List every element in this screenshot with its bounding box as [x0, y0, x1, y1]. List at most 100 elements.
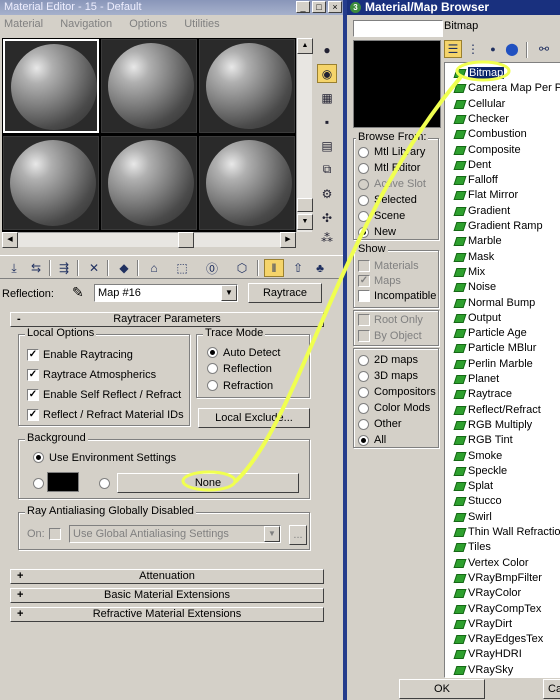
material-navigator-icon[interactable]: ⁂ — [317, 228, 337, 247]
map-list-item[interactable]: Splat — [453, 479, 493, 494]
view-list-icons-icon[interactable]: ⋮ — [464, 40, 482, 58]
sample-slot[interactable] — [3, 136, 99, 230]
view-large-icons-icon[interactable]: ⬤ — [502, 40, 522, 58]
attenuation-rollout[interactable]: + Attenuation — [10, 569, 324, 584]
browse-new-radio[interactable] — [358, 227, 369, 238]
map-list-item[interactable]: VRayColor — [453, 586, 521, 601]
sample-slot[interactable] — [101, 136, 197, 230]
sample-slot[interactable] — [3, 39, 99, 133]
scroll-down-arrow-icon[interactable]: ▼ — [297, 214, 313, 230]
background-map-radio[interactable] — [99, 478, 110, 489]
menu-material[interactable]: Material — [4, 18, 43, 30]
category-other-radio[interactable] — [358, 419, 369, 430]
material-effects-channel-icon[interactable]: ⬚ — [172, 259, 192, 277]
map-name-dropdown-icon[interactable]: ▼ — [221, 285, 237, 301]
antialias-setting-dropdown[interactable]: Use Global Antialiasing Settings ▼ — [69, 525, 281, 543]
scroll-thumb[interactable] — [297, 198, 313, 212]
map-list-item[interactable]: Checker — [453, 112, 509, 127]
pick-material-eyedropper-icon[interactable]: ✎ — [72, 284, 84, 301]
map-list-item[interactable]: Swirl — [453, 510, 492, 525]
scroll-left-arrow-icon[interactable]: ◀ — [2, 232, 18, 248]
show-end-result-icon[interactable]: ‖ — [264, 259, 284, 277]
show-map-in-viewport-icon[interactable]: ⬡ — [232, 259, 252, 277]
sample-slot[interactable] — [101, 39, 197, 133]
sample-slot[interactable] — [199, 136, 295, 230]
by-object-checkbox[interactable] — [358, 330, 370, 342]
map-type-button[interactable]: Raytrace — [248, 283, 322, 303]
video-color-check-icon[interactable]: ▤ — [317, 136, 337, 155]
go-to-parent-icon[interactable]: ⇧ — [288, 259, 308, 277]
reset-map-icon[interactable]: ✕ — [84, 259, 104, 277]
browse-active-slot-radio[interactable] — [358, 179, 369, 190]
antialias-on-checkbox[interactable] — [49, 528, 61, 540]
map-list-item[interactable]: Vertex Color — [453, 556, 529, 571]
map-list-item[interactable]: Particle MBlur — [453, 341, 536, 356]
map-list-item[interactable]: Cellular — [453, 97, 505, 112]
effects-channel-zero-icon[interactable]: ⓪ — [202, 259, 222, 277]
background-checker-icon[interactable]: ▦ — [317, 88, 337, 107]
sample-type-sphere-icon[interactable]: ● — [317, 40, 337, 59]
map-list-item[interactable]: Mix — [453, 265, 485, 280]
map-list-item[interactable]: Smoke — [453, 449, 502, 464]
map-list-item[interactable]: Falloff — [453, 173, 498, 188]
self-reflect-refract-checkbox[interactable]: ✓ — [27, 389, 39, 401]
refraction-radio[interactable] — [207, 380, 218, 391]
make-unique-icon[interactable]: ◆ — [114, 259, 134, 277]
sample-uv-tiling-icon[interactable]: ▪ — [317, 112, 337, 131]
local-exclude-button[interactable]: Local Exclude... — [198, 408, 310, 428]
sample-slot[interactable] — [199, 39, 295, 133]
map-list-item[interactable]: VRayDirt — [453, 617, 512, 632]
map-list-item[interactable]: Combustion — [453, 127, 527, 142]
slots-vertical-scrollbar[interactable]: ▲ ▼ — [296, 38, 313, 232]
show-maps-checkbox[interactable]: ✓ — [358, 275, 370, 287]
background-color-radio[interactable] — [33, 478, 44, 489]
browse-scene-radio[interactable] — [358, 211, 369, 222]
map-list-item[interactable]: RGB Tint — [453, 433, 513, 448]
scroll-thumb[interactable] — [178, 232, 194, 248]
map-list-item[interactable]: VRaySky — [453, 663, 513, 677]
slots-horizontal-scrollbar[interactable]: ◀ ▶ — [2, 232, 296, 248]
map-list-item[interactable]: Dent — [453, 158, 491, 173]
update-scene-materials-icon[interactable]: ⚯ — [534, 40, 554, 58]
browser-search-input[interactable] — [353, 20, 443, 37]
map-list-item[interactable]: Bitmap — [453, 66, 505, 81]
scroll-up-arrow-icon[interactable]: ▲ — [297, 38, 313, 54]
map-list-item[interactable]: VRayEdgesTex — [453, 632, 543, 647]
map-list-item[interactable]: Marble — [453, 234, 502, 249]
close-button[interactable]: × — [328, 1, 342, 13]
menu-navigation[interactable]: Navigation — [60, 18, 112, 30]
minimize-button[interactable]: _ — [296, 1, 310, 13]
map-list[interactable]: Bitmap Camera Map Per Pixel Cellular Checke… — [444, 62, 560, 678]
map-list-item[interactable]: Camera Map Per Pixel — [453, 81, 560, 96]
maximize-button[interactable]: □ — [312, 1, 326, 13]
browse-mtl-editor-radio[interactable] — [358, 163, 369, 174]
map-list-item[interactable]: Perlin Marble — [453, 357, 533, 372]
raytracer-parameters-rollout[interactable]: - Raytracer Parameters — [10, 312, 324, 327]
show-incompatible-checkbox[interactable] — [358, 290, 370, 302]
map-list-item[interactable]: VRayCompTex — [453, 602, 541, 617]
background-map-button[interactable]: None — [117, 473, 299, 493]
map-list-item[interactable]: Normal Bump — [453, 296, 535, 311]
map-name-field[interactable]: Map #16 ▼ — [94, 284, 238, 302]
map-list-item[interactable]: Planet — [453, 372, 499, 387]
cancel-button[interactable]: Cancel — [543, 679, 560, 699]
options-icon[interactable]: ⚙ — [317, 184, 337, 203]
map-list-item[interactable]: Speckle — [453, 464, 507, 479]
browse-selected-radio[interactable] — [358, 195, 369, 206]
reflection-radio[interactable] — [207, 363, 218, 374]
make-preview-icon[interactable]: ⧉ — [317, 160, 337, 179]
background-color-swatch[interactable] — [47, 472, 79, 492]
category-2d-maps-radio[interactable] — [358, 355, 369, 366]
put-to-scene-icon[interactable]: ⇆ — [26, 259, 46, 277]
map-list-item[interactable]: Tiles — [453, 540, 491, 555]
map-list-item[interactable]: Stucco — [453, 494, 502, 509]
material-ids-checkbox[interactable]: ✓ — [27, 409, 39, 421]
category-3d-maps-radio[interactable] — [358, 371, 369, 382]
assign-to-selection-icon[interactable]: ⇶ — [54, 259, 74, 277]
browse-mtl-library-radio[interactable] — [358, 147, 369, 158]
map-list-item[interactable]: VRayHDRI — [453, 647, 522, 662]
put-to-library-icon[interactable]: ⌂ — [144, 259, 164, 277]
category-color-mods-radio[interactable] — [358, 403, 369, 414]
menu-utilities[interactable]: Utilities — [184, 18, 219, 30]
show-materials-checkbox[interactable] — [358, 260, 370, 272]
